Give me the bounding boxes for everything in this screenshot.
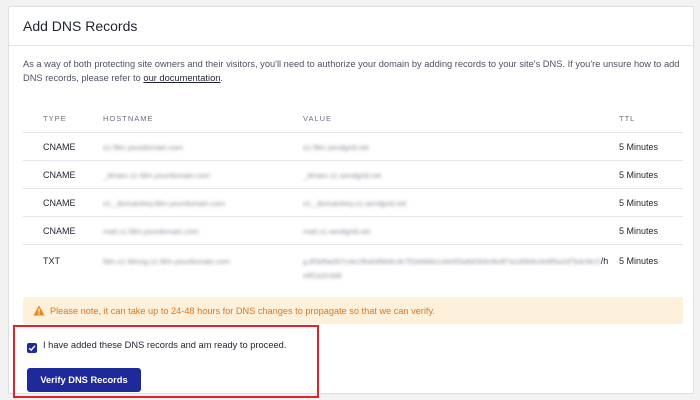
confirm-checkbox[interactable] bbox=[27, 343, 37, 353]
table-row: CNAME s1._domainkey.fdm.yourdomain.com s… bbox=[23, 188, 683, 217]
page-title: Add DNS Records bbox=[23, 18, 138, 34]
record-type: CNAME bbox=[23, 132, 103, 161]
record-value[interactable]: s1._domainkey.s1.sendgrid.net bbox=[303, 199, 406, 208]
record-ttl: 5 Minutes bbox=[619, 256, 659, 266]
warning-triangle-icon bbox=[33, 305, 45, 316]
table-row: CNAME _dmarc.s1.fdm.yourdomain.com _dmar… bbox=[23, 160, 683, 189]
intro-text: As a way of both protecting site owners … bbox=[23, 57, 683, 85]
record-type: TXT bbox=[43, 256, 60, 266]
record-type: CNAME bbox=[23, 216, 103, 245]
column-header-ttl: TTL bbox=[619, 104, 683, 133]
table-header-row: TYPE HOSTNAME VALUE TTL bbox=[23, 104, 683, 133]
record-hostname[interactable]: fdm.s1.fdmsg.s1.fdm.yourdomain.com bbox=[103, 257, 230, 266]
table-row: CNAME s1.fdm.yourdomain.com s1.fdm.sendg… bbox=[23, 132, 683, 161]
notice-text: Please note, it can take up to 24-48 hou… bbox=[50, 305, 435, 316]
record-hostname[interactable]: _dmarc.s1.fdm.yourdomain.com bbox=[103, 171, 210, 180]
record-ttl: 5 Minutes bbox=[619, 160, 683, 189]
record-ttl: 5 Minutes bbox=[619, 132, 683, 161]
record-ttl: 5 Minutes bbox=[619, 216, 683, 245]
documentation-link[interactable]: our documentation bbox=[143, 73, 220, 83]
column-header-hostname: HOSTNAME bbox=[103, 104, 303, 133]
record-value[interactable]: s1.fdm.sendgrid.net bbox=[303, 143, 369, 152]
record-value[interactable]: mail.s1.sendgrid.net bbox=[303, 227, 370, 236]
dns-records-card: Add DNS Records As a way of both protect… bbox=[8, 6, 694, 398]
record-value-continued[interactable]: s8f1a2c3d4 bbox=[303, 271, 619, 280]
record-type: CNAME bbox=[23, 160, 103, 189]
record-hostname[interactable]: mail.s1.fdm.yourdomain.com bbox=[103, 227, 199, 236]
record-value[interactable]: g.8f3d9a2b7c4e1f6a0d5b8c3e7f2a9d4b1c6e0f… bbox=[303, 257, 601, 266]
table-row: TXT fdm.s1.fdmsg.s1.fdm.yourdomain.com g… bbox=[23, 245, 683, 295]
intro-suffix: . bbox=[220, 73, 224, 83]
record-value[interactable]: _dmarc.s1.sendgrid.net bbox=[303, 171, 381, 180]
column-header-value: VALUE bbox=[303, 104, 619, 133]
record-value-suffix: /h bbox=[600, 256, 609, 266]
record-hostname[interactable]: s1.fdm.yourdomain.com bbox=[103, 143, 183, 152]
column-header-type: TYPE bbox=[23, 104, 103, 133]
confirmation-highlight: I have added these DNS records and am re… bbox=[13, 325, 319, 398]
card-header: Add DNS Records bbox=[9, 7, 693, 46]
propagation-notice: Please note, it can take up to 24-48 hou… bbox=[23, 297, 683, 324]
record-type: CNAME bbox=[23, 188, 103, 217]
confirm-checkbox-label[interactable]: I have added these DNS records and am re… bbox=[43, 340, 286, 350]
intro-paragraph: As a way of both protecting site owners … bbox=[23, 59, 680, 83]
record-ttl: 5 Minutes bbox=[619, 188, 683, 217]
dns-records-table: TYPE HOSTNAME VALUE TTL CNAME s1.fdm.you… bbox=[23, 104, 683, 294]
record-hostname[interactable]: s1._domainkey.fdm.yourdomain.com bbox=[103, 199, 225, 208]
checkmark-icon bbox=[28, 345, 36, 352]
verify-dns-records-button[interactable]: Verify DNS Records bbox=[27, 368, 141, 392]
table-row: CNAME mail.s1.fdm.yourdomain.com mail.s1… bbox=[23, 216, 683, 245]
